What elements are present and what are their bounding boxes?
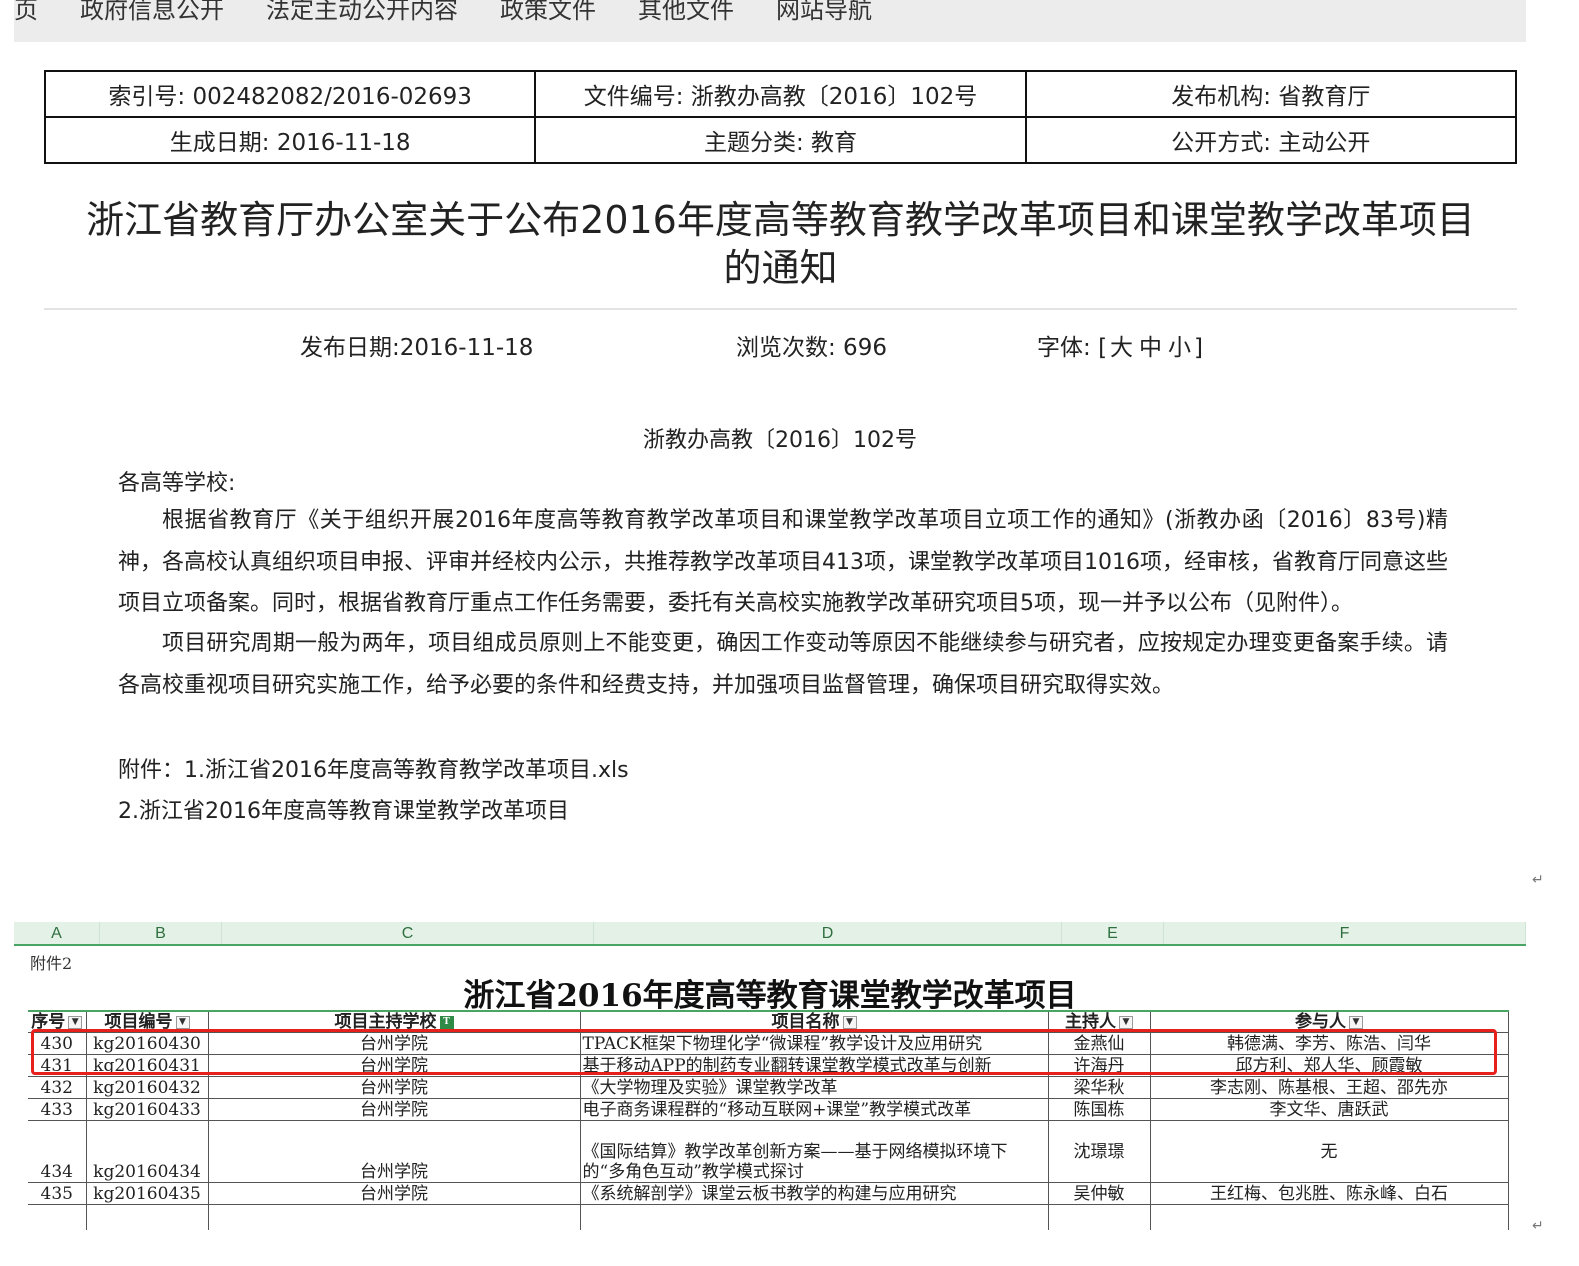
font-size-medium-link[interactable]: 中 (1136, 335, 1165, 361)
disclosure-method: 公开方式: 主动公开 (1024, 116, 1518, 164)
publish-date: 发布日期:2016-11-18 (300, 335, 534, 361)
cell-seq: 433 (28, 1098, 87, 1121)
nav-item[interactable]: 政府信息公开 (80, 0, 224, 25)
filter-dropdown-icon[interactable]: ▼ (175, 1016, 190, 1029)
index-number: 索引号: 002482082/2016-02693 (43, 70, 537, 118)
file-number: 文件编号: 浙教办高教〔2016〕102号 (534, 70, 1027, 118)
document-number: 浙教办高教〔2016〕102号 (643, 428, 917, 453)
topic-category: 主题分类: 教育 (534, 116, 1027, 164)
table-row: 432 kg20160432 台州学院 《大学物理及实验》课堂教学改革 梁华秋 … (28, 1076, 1509, 1099)
font-size-switcher: 字体: [大中小] (1037, 328, 1203, 362)
cell-host: 吴仲敏 (1048, 1182, 1151, 1205)
nav-item[interactable]: 页 (14, 0, 38, 25)
nav-item[interactable]: 法定主动公开内容 (266, 0, 458, 25)
cell-host: 梁华秋 (1048, 1076, 1151, 1099)
cell-project: 《系统解剖学》课堂云板书教学的构建与应用研究 (580, 1182, 1049, 1205)
return-mark: ↵ (1532, 872, 1544, 888)
column-letter: B (100, 922, 222, 944)
cell-school: 台州学院 (208, 1182, 581, 1205)
cell-project: 《大学物理及实验》课堂教学改革 (580, 1076, 1049, 1099)
filter-dropdown-icon[interactable]: ▼ (68, 1016, 83, 1029)
cell-code: kg20160432 (86, 1076, 209, 1099)
sheet-title: 浙江省2016年度高等教育课堂教学改革项目 (463, 978, 1077, 1014)
nav-item[interactable]: 网站导航 (776, 0, 872, 25)
return-mark: ↵ (1532, 1218, 1544, 1234)
created-date: 生成日期: 2016-11-18 (43, 116, 537, 164)
cell-host: 沈璟璟 (1048, 1120, 1151, 1183)
cell-project-line: 《国际结算》教学改革创新方案——基于网络模拟环境下 (582, 1142, 1008, 1162)
page-title: 浙江省教育厅办公室关于公布2016年度高等教育教学改革项目和课堂教学改革项目 的… (44, 196, 1517, 292)
cell-school: 台州学院 (208, 1076, 581, 1099)
cell-project: 电子商务课程群的“移动互联网+课堂”教学模式改革 (580, 1098, 1049, 1121)
cell-school: 台州学院 (208, 1098, 581, 1121)
cell-seq: 432 (28, 1076, 87, 1099)
body-paragraph: 根据省教育厅《关于组织开展2016年度高等教育教学改革项目和课堂教学改革项目立项… (118, 508, 1448, 616)
bracket-open: [ (1098, 335, 1108, 361)
table-row: 435 kg20160435 台州学院 《系统解剖学》课堂云板书教学的构建与应用… (28, 1182, 1509, 1205)
cell-seq: 434 (28, 1120, 87, 1183)
cell-members: 王红梅、包兆胜、陈永峰、白石 (1150, 1182, 1509, 1205)
column-letter: D (594, 922, 1062, 944)
highlight-box (31, 1029, 1497, 1075)
nav-item[interactable]: 其他文件 (638, 0, 734, 25)
active-filter-icon[interactable]: T (439, 1016, 454, 1029)
column-letter: F (1164, 922, 1526, 944)
cell-code: kg20160434 (86, 1120, 209, 1183)
table-row: 433 kg20160433 台州学院 电子商务课程群的“移动互联网+课堂”教学… (28, 1098, 1509, 1121)
filter-dropdown-icon[interactable]: ▼ (842, 1016, 857, 1029)
cell-host: 陈国栋 (1048, 1098, 1151, 1121)
title-line-1: 浙江省教育厅办公室关于公布2016年度高等教育教学改革项目和课堂教学改革项目 (86, 198, 1475, 242)
filter-dropdown-icon[interactable]: ▼ (1349, 1016, 1363, 1029)
column-letter: A (14, 922, 100, 944)
divider (44, 308, 1517, 310)
cell-members: 无 (1150, 1120, 1509, 1183)
cell-school: 台州学院 (208, 1120, 581, 1183)
nav-item[interactable]: 政策文件 (500, 0, 596, 25)
attachment-link[interactable]: 2.浙江省2016年度高等教育课堂教学改革项目 (118, 793, 569, 825)
body-paragraph: 项目研究周期一般为两年，项目组成员原则上不能变更，确因工作变动等原因不能继续参与… (118, 631, 1448, 698)
cell-project-line: 的“多角色互动”教学模式探讨 (582, 1162, 804, 1182)
column-letter: E (1062, 922, 1164, 944)
view-count: 浏览次数: 696 (736, 335, 887, 361)
font-size-label: 字体: (1037, 335, 1091, 361)
column-letter: C (222, 922, 594, 944)
bracket-close: ] (1194, 335, 1204, 361)
font-size-small-link[interactable]: 小 (1165, 335, 1194, 361)
column-header-bar: A B C D E F (14, 922, 1526, 946)
top-nav-bar: 页 政府信息公开 法定主动公开内容 政策文件 其他文件 网站导航 (14, 0, 1526, 42)
filter-dropdown-icon[interactable]: ▼ (1119, 1016, 1133, 1029)
table-row-partial (28, 1204, 1509, 1230)
cell-seq: 435 (28, 1182, 87, 1205)
attachment-link[interactable]: 附件：1.浙江省2016年度高等教育教学改革项目.xls (118, 752, 629, 784)
cell-code: kg20160435 (86, 1182, 209, 1205)
table-row: 434 kg20160434 台州学院 《国际结算》教学改革创新方案——基于网络… (28, 1120, 1509, 1183)
cell-code: kg20160433 (86, 1098, 209, 1121)
cell-members: 李志刚、陈基根、王超、邵先亦 (1150, 1076, 1509, 1099)
cell-members: 李文华、唐跃武 (1150, 1098, 1509, 1121)
font-size-large-link[interactable]: 大 (1107, 335, 1136, 361)
cell-project: 《国际结算》教学改革创新方案——基于网络模拟环境下 的“多角色互动”教学模式探讨 (580, 1120, 1049, 1183)
title-line-2: 的通知 (723, 246, 838, 290)
salutation: 各高等学校: (118, 471, 236, 496)
spreadsheet-screenshot: A B C D E F 附件2 浙江省2016年度高等教育课堂教学改革项目 序号… (14, 922, 1526, 1230)
publisher: 发布机构: 省教育厅 (1024, 70, 1518, 118)
metadata-table: 索引号: 002482082/2016-02693 文件编号: 浙教办高教〔20… (43, 70, 1518, 164)
